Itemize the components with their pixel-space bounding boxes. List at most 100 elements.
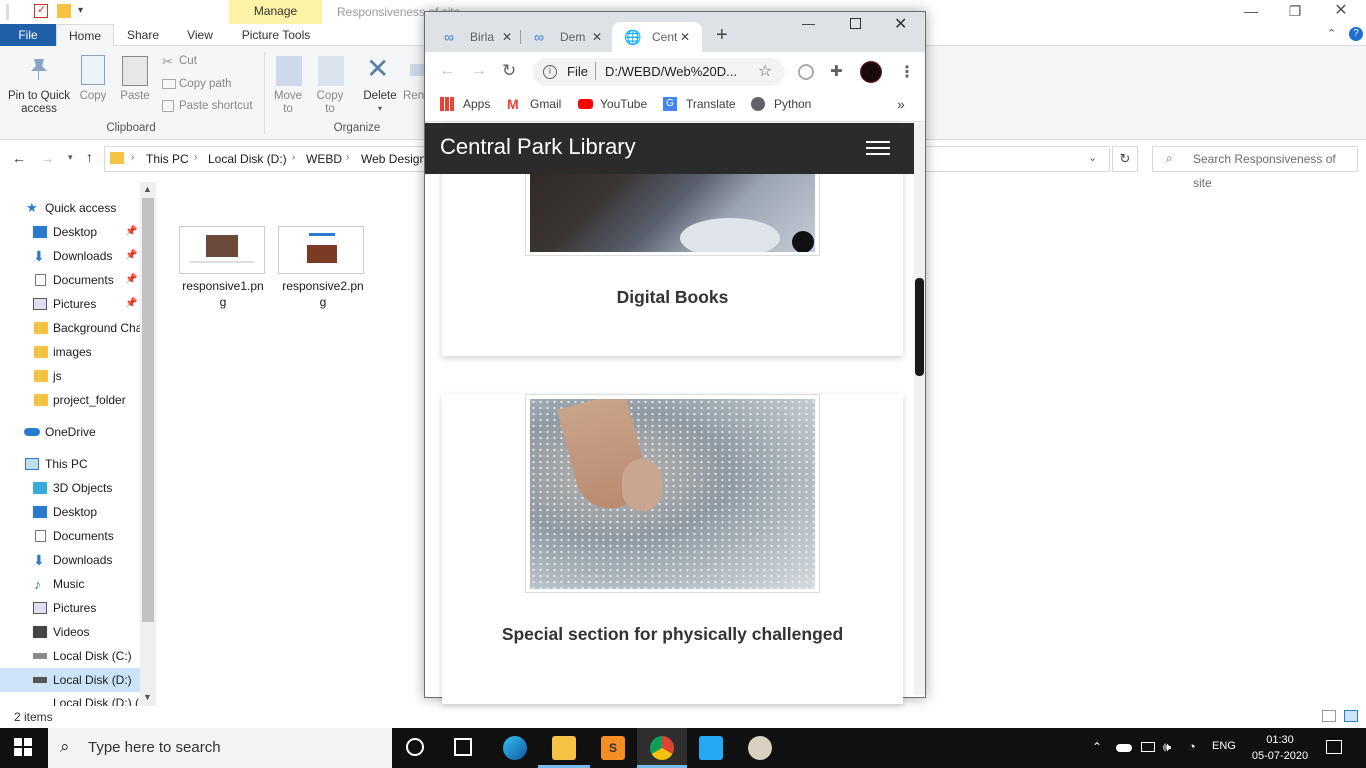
nav-quick-access[interactable]: ★ Quick access <box>0 196 140 220</box>
breadcrumb-webd[interactable]: WEBD <box>306 152 342 166</box>
search-input[interactable]: Search Responsiveness of site <box>1152 146 1358 190</box>
page-scrollbar[interactable] <box>914 123 925 695</box>
nav-onedrive[interactable]: OneDrive <box>0 420 140 444</box>
nav-item-pc-documents[interactable]: Documents <box>0 524 140 548</box>
restore-button[interactable]: ❐ <box>1272 0 1318 24</box>
wifi-icon[interactable]: ◔ <box>1188 739 1196 754</box>
bookmark-youtube[interactable]: YouTube <box>600 97 647 111</box>
action-center-icon[interactable] <box>1326 740 1342 754</box>
chrome-maximize-button[interactable] <box>850 18 861 29</box>
close-tab-icon[interactable]: ✕ <box>680 22 690 52</box>
tab-home[interactable]: Home <box>56 24 114 46</box>
tab-dem[interactable]: ∞ Dem ✕ <box>520 22 610 52</box>
show-hidden-icons-chevron-icon[interactable]: ⌃ <box>1092 740 1102 754</box>
tab-birla[interactable]: ∞ Birla ✕ <box>430 22 520 52</box>
windows-start-icon[interactable] <box>14 738 32 756</box>
taskbar-clock[interactable]: 01:30 05-07-2020 <box>1250 732 1310 764</box>
nav-item-documents[interactable]: Documents 📌 <box>0 268 140 292</box>
file-name[interactable]: responsive2.pn g <box>275 278 371 310</box>
nav-item-background-cha[interactable]: Background Cha <box>0 316 140 340</box>
nav-item-local-disk-c[interactable]: Local Disk (C:) <box>0 644 140 668</box>
copy-button[interactable]: Copy <box>76 90 110 103</box>
pin-to-quick-access-button[interactable]: Pin to Quick access <box>4 90 74 116</box>
nav-item-3d-objects[interactable]: 3D Objects <box>0 476 140 500</box>
close-button[interactable]: ✕ <box>1318 0 1364 24</box>
task-view-icon[interactable] <box>454 738 472 756</box>
chrome-close-button[interactable]: ✕ <box>894 14 907 34</box>
new-tab-plus-icon[interactable]: + <box>716 24 728 47</box>
chrome-menu-icon[interactable]: ⋮ <box>899 62 915 82</box>
bookmark-star-icon[interactable]: ☆ <box>758 61 772 81</box>
hamburger-menu-icon[interactable] <box>860 136 896 162</box>
properties-icon[interactable]: ✓ <box>34 4 48 18</box>
large-icons-view-icon[interactable] <box>1344 710 1358 722</box>
bookmark-translate[interactable]: Translate <box>686 97 736 111</box>
delete-dropdown-chevron-icon[interactable]: ▾ <box>378 104 382 113</box>
bookmark-apps[interactable]: Apps <box>463 97 490 111</box>
cut-button[interactable]: Cut <box>179 55 197 68</box>
nav-item-music[interactable]: ♪ Music <box>0 572 140 596</box>
profile-avatar[interactable] <box>860 61 882 83</box>
scroll-up-chevron-icon[interactable]: ▲ <box>143 184 152 194</box>
edge-icon[interactable] <box>503 736 527 760</box>
back-arrow-icon[interactable]: ← <box>12 150 26 166</box>
ribbon-expand-chevron-icon[interactable]: ⌃ <box>1327 27 1336 40</box>
address-dropdown-chevron-icon[interactable]: ⌄ <box>1088 151 1097 164</box>
bookmarks-overflow-chevron-icon[interactable]: » <box>897 97 905 111</box>
nav-item-pc-desktop[interactable]: Desktop <box>0 500 140 524</box>
nav-item-downloads[interactable]: ⬇ Downloads 📌 <box>0 244 140 268</box>
paste-shortcut-button[interactable]: Paste shortcut <box>179 100 253 113</box>
up-arrow-icon[interactable]: ↑ <box>86 149 93 165</box>
taskbar-search-input[interactable]: Type here to search <box>48 728 392 768</box>
paste-button[interactable]: Paste <box>118 90 152 103</box>
copy-path-button[interactable]: Copy path <box>179 78 231 91</box>
scroll-down-chevron-icon[interactable]: ▼ <box>143 692 152 702</box>
chrome-minimize-button[interactable]: — <box>802 16 815 31</box>
tab-share[interactable]: Share <box>118 24 168 46</box>
copy-to-button[interactable]: Copy to <box>312 90 348 116</box>
cortana-icon[interactable] <box>406 738 424 756</box>
forward-arrow-icon[interactable]: → <box>471 62 487 80</box>
battery-icon[interactable] <box>1141 742 1155 752</box>
tab-picture-tools[interactable]: Picture Tools <box>231 24 321 46</box>
tab-central[interactable]: 🌐 Cent ✕ <box>612 22 702 52</box>
tab-file[interactable]: File <box>0 24 56 46</box>
file-thumbnail[interactable] <box>179 226 265 274</box>
refresh-icon[interactable]: ↻ <box>1112 146 1138 172</box>
page-scrollbar-thumb[interactable] <box>915 278 924 376</box>
breadcrumb-this-pc[interactable]: This PC <box>146 152 189 166</box>
nav-this-pc[interactable]: This PC <box>0 452 140 476</box>
nav-item-pictures[interactable]: Pictures 📌 <box>0 292 140 316</box>
bookmark-python[interactable]: Python <box>774 97 811 111</box>
info-icon[interactable]: i <box>543 65 557 79</box>
nav-item-js[interactable]: js <box>0 364 140 388</box>
site-brand[interactable]: Central Park Library <box>440 134 636 160</box>
language-indicator[interactable]: ENG <box>1212 740 1236 752</box>
back-arrow-icon[interactable]: ← <box>439 62 455 80</box>
sublime-text-icon[interactable]: S <box>601 736 625 760</box>
help-icon[interactable]: ? <box>1349 27 1363 41</box>
minimize-button[interactable]: — <box>1228 0 1274 24</box>
nav-item-local-disk-e[interactable]: Local Disk (D:) (E <box>0 692 140 706</box>
manage-contextual-tab[interactable]: Manage <box>229 0 322 24</box>
nav-item-pc-pictures[interactable]: Pictures <box>0 596 140 620</box>
rename-button[interactable]: Rena <box>403 90 425 103</box>
recent-locations-chevron-icon[interactable]: ▾ <box>68 152 73 163</box>
nav-item-videos[interactable]: Videos <box>0 620 140 644</box>
file-name[interactable]: responsive1.pn g <box>175 278 271 310</box>
delete-button[interactable]: Delete <box>360 90 400 103</box>
nav-scrollbar-thumb[interactable] <box>142 198 154 622</box>
breadcrumb-web-design[interactable]: Web Design <box>361 152 426 166</box>
details-view-icon[interactable] <box>1322 710 1336 722</box>
volume-icon[interactable]: 🕪 <box>1163 739 1171 755</box>
nav-item-pc-downloads[interactable]: ⬇ Downloads <box>0 548 140 572</box>
nav-item-desktop[interactable]: Desktop 📌 <box>0 220 140 244</box>
close-tab-icon[interactable]: ✕ <box>502 22 512 52</box>
breadcrumb-local-disk-d[interactable]: Local Disk (D:) <box>208 152 287 166</box>
file-thumbnail[interactable] <box>278 226 364 274</box>
file-explorer-icon[interactable] <box>552 736 576 760</box>
nav-item-project-folder[interactable]: project_folder <box>0 388 140 412</box>
chrome-icon[interactable] <box>650 736 674 760</box>
reload-icon[interactable]: ↻ <box>502 61 516 81</box>
new-folder-icon[interactable] <box>57 4 71 18</box>
